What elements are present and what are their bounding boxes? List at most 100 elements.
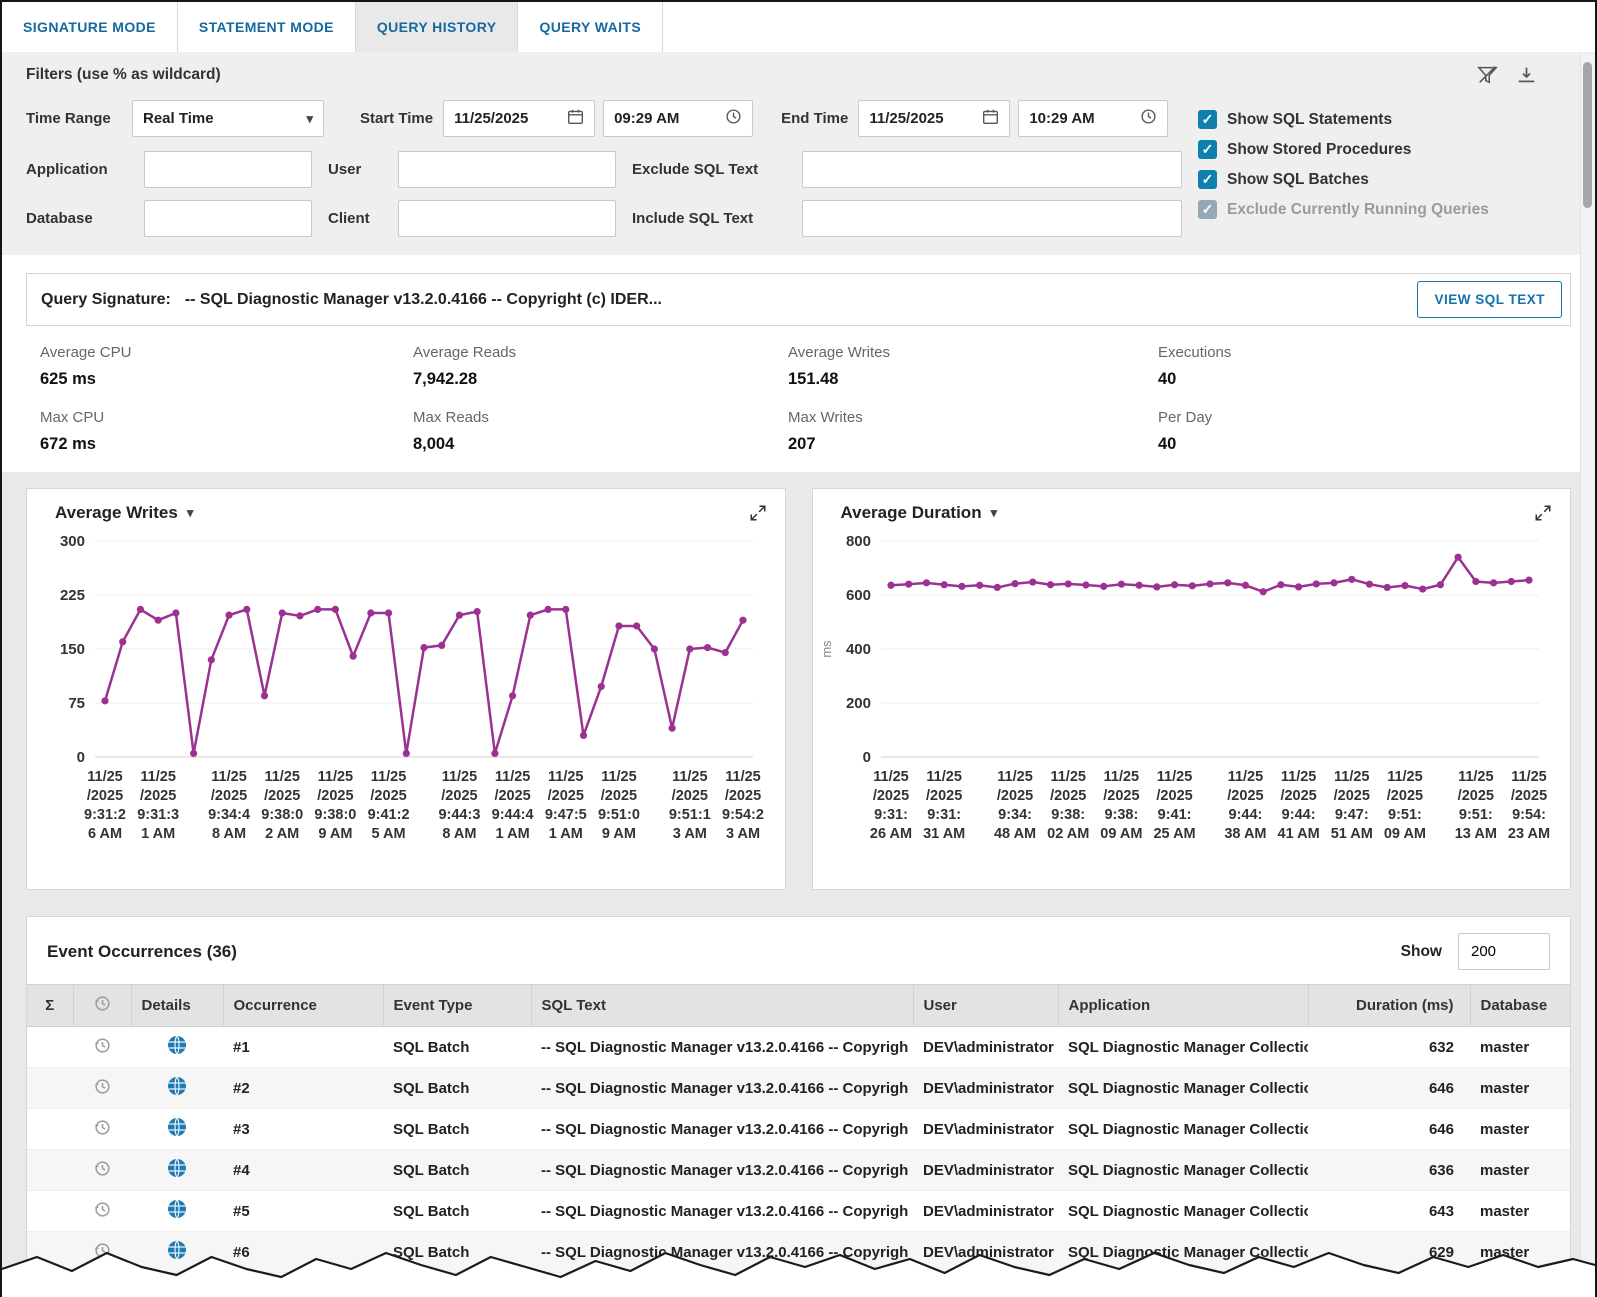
client-input[interactable] bbox=[398, 200, 616, 237]
cell-occurrence: #7 bbox=[223, 1273, 383, 1297]
cell-details[interactable] bbox=[131, 1273, 223, 1297]
checkbox-show-sql-batches[interactable]: ✓Show SQL Batches bbox=[1198, 170, 1489, 189]
exclude-sql-input[interactable] bbox=[802, 151, 1182, 188]
table-row[interactable]: #1SQL Batch-- SQL Diagnostic Manager v13… bbox=[27, 1027, 1570, 1068]
svg-text:9:51:0: 9:51:0 bbox=[598, 807, 640, 823]
column-header-history[interactable] bbox=[73, 985, 131, 1027]
globe-icon[interactable] bbox=[167, 1035, 187, 1055]
stat-executions: Executions40 bbox=[1144, 330, 1571, 395]
svg-text:3 AM: 3 AM bbox=[726, 826, 760, 842]
history-icon[interactable] bbox=[93, 1118, 112, 1137]
svg-text:11/25: 11/25 bbox=[1280, 769, 1316, 785]
column-header-application[interactable]: Application bbox=[1058, 985, 1308, 1027]
history-icon[interactable] bbox=[93, 1036, 112, 1055]
scrollbar-thumb[interactable] bbox=[1583, 62, 1592, 208]
table-row[interactable]: #2SQL Batch-- SQL Diagnostic Manager v13… bbox=[27, 1068, 1570, 1109]
expand-chart-icon[interactable] bbox=[1534, 504, 1552, 522]
history-icon[interactable] bbox=[93, 1241, 112, 1260]
cell-details[interactable] bbox=[131, 1150, 223, 1191]
checkbox-exclude-currently-running-queries: ✓Exclude Currently Running Queries bbox=[1198, 200, 1489, 219]
tab-query-waits[interactable]: QUERY WAITS bbox=[518, 2, 663, 52]
history-icon[interactable] bbox=[93, 1282, 112, 1297]
tab-statement-mode[interactable]: STATEMENT MODE bbox=[178, 2, 356, 52]
chart-metric-select[interactable]: Average Writes ▾ bbox=[55, 503, 193, 523]
cell-sql-text: -- SQL Diagnostic Manager v13.2.0.4166 -… bbox=[531, 1150, 913, 1191]
chart-metric-select[interactable]: Average Duration ▾ bbox=[841, 503, 998, 523]
cell-details[interactable] bbox=[131, 1027, 223, 1068]
table-row[interactable]: #6SQL Batch-- SQL Diagnostic Manager v13… bbox=[27, 1232, 1570, 1273]
cell-application: SQL Diagnostic Manager Collectio bbox=[1058, 1150, 1308, 1191]
database-input[interactable] bbox=[144, 200, 312, 237]
time-range-select[interactable]: Real Time ▾ bbox=[132, 100, 324, 137]
svg-text:9:54:2: 9:54:2 bbox=[722, 807, 764, 823]
cell-database: master bbox=[1470, 1150, 1570, 1191]
column-header-sql-text[interactable]: SQL Text bbox=[531, 985, 913, 1027]
history-icon[interactable] bbox=[93, 1200, 112, 1219]
vertical-scrollbar[interactable] bbox=[1580, 54, 1595, 1297]
column-header-col[interactable]: Σ bbox=[27, 985, 73, 1027]
globe-icon[interactable] bbox=[167, 1158, 187, 1178]
cell-sigma bbox=[27, 1273, 73, 1297]
column-header-occurrence[interactable]: Occurrence bbox=[223, 985, 383, 1027]
cell-history[interactable] bbox=[73, 1150, 131, 1191]
column-header-database[interactable]: Database bbox=[1470, 985, 1570, 1027]
application-input[interactable] bbox=[144, 151, 312, 188]
clear-filters-icon[interactable] bbox=[1477, 65, 1498, 84]
globe-icon[interactable] bbox=[167, 1076, 187, 1096]
end-time-input[interactable]: 10:29 AM bbox=[1018, 100, 1168, 137]
checkbox-show-sql-statements[interactable]: ✓Show SQL Statements bbox=[1198, 110, 1489, 129]
start-time-label: Start Time bbox=[360, 110, 433, 127]
start-time-input[interactable]: 09:29 AM bbox=[603, 100, 753, 137]
column-header-duration-ms[interactable]: Duration (ms) bbox=[1308, 985, 1470, 1027]
globe-icon[interactable] bbox=[167, 1281, 187, 1297]
cell-history[interactable] bbox=[73, 1232, 131, 1273]
history-icon[interactable] bbox=[93, 1077, 112, 1096]
checkbox-show-stored-procedures[interactable]: ✓Show Stored Procedures bbox=[1198, 140, 1489, 159]
table-row[interactable]: #3SQL Batch-- SQL Diagnostic Manager v13… bbox=[27, 1109, 1570, 1150]
svg-text:6 AM: 6 AM bbox=[88, 826, 122, 842]
cell-details[interactable] bbox=[131, 1232, 223, 1273]
svg-text:11/25: 11/25 bbox=[548, 769, 584, 785]
cell-history[interactable] bbox=[73, 1273, 131, 1297]
globe-icon[interactable] bbox=[167, 1117, 187, 1137]
table-row[interactable]: #5SQL Batch-- SQL Diagnostic Manager v13… bbox=[27, 1191, 1570, 1232]
history-icon[interactable] bbox=[93, 1159, 112, 1178]
table-row[interactable]: #4SQL Batch-- SQL Diagnostic Manager v13… bbox=[27, 1150, 1570, 1191]
include-sql-input[interactable] bbox=[802, 200, 1182, 237]
svg-text:9:44:3: 9:44:3 bbox=[438, 807, 480, 823]
cell-application: SQL Diagnostic Manager Collectio bbox=[1058, 1068, 1308, 1109]
cell-details[interactable] bbox=[131, 1068, 223, 1109]
cell-sigma bbox=[27, 1191, 73, 1232]
stat-value: 672 ms bbox=[40, 435, 385, 454]
query-signature-text: -- SQL Diagnostic Manager v13.2.0.4166 -… bbox=[185, 291, 662, 309]
user-input[interactable] bbox=[398, 151, 616, 188]
svg-text:9:38:: 9:38: bbox=[1104, 807, 1138, 823]
globe-icon[interactable] bbox=[167, 1240, 187, 1260]
expand-chart-icon[interactable] bbox=[749, 504, 767, 522]
cell-history[interactable] bbox=[73, 1027, 131, 1068]
show-count-input[interactable] bbox=[1458, 933, 1550, 970]
cell-history[interactable] bbox=[73, 1068, 131, 1109]
svg-text:11/25: 11/25 bbox=[1334, 769, 1370, 785]
collapse-filters-icon[interactable] bbox=[1516, 65, 1537, 84]
column-header-event-type[interactable]: Event Type bbox=[383, 985, 531, 1027]
svg-text:9:31:: 9:31: bbox=[927, 807, 961, 823]
stat-max-reads: Max Reads8,004 bbox=[399, 395, 774, 460]
tab-signature-mode[interactable]: SIGNATURE MODE bbox=[2, 2, 178, 52]
cell-history[interactable] bbox=[73, 1109, 131, 1150]
svg-text:11/25: 11/25 bbox=[672, 769, 708, 785]
tab-query-history[interactable]: QUERY HISTORY bbox=[356, 2, 519, 52]
start-date-input[interactable]: 11/25/2025 bbox=[443, 100, 595, 137]
globe-icon[interactable] bbox=[167, 1199, 187, 1219]
column-header-user[interactable]: User bbox=[913, 985, 1058, 1027]
table-row[interactable]: #7SQL Batch-- SQL Diagnostic Manager v13… bbox=[27, 1273, 1570, 1297]
cell-database: master bbox=[1470, 1068, 1570, 1109]
view-sql-text-button[interactable]: VIEW SQL TEXT bbox=[1417, 281, 1562, 318]
cell-details[interactable] bbox=[131, 1109, 223, 1150]
svg-text:23 AM: 23 AM bbox=[1507, 826, 1549, 842]
svg-text:200: 200 bbox=[845, 695, 870, 712]
cell-history[interactable] bbox=[73, 1191, 131, 1232]
column-header-details[interactable]: Details bbox=[131, 985, 223, 1027]
end-date-input[interactable]: 11/25/2025 bbox=[858, 100, 1010, 137]
cell-details[interactable] bbox=[131, 1191, 223, 1232]
